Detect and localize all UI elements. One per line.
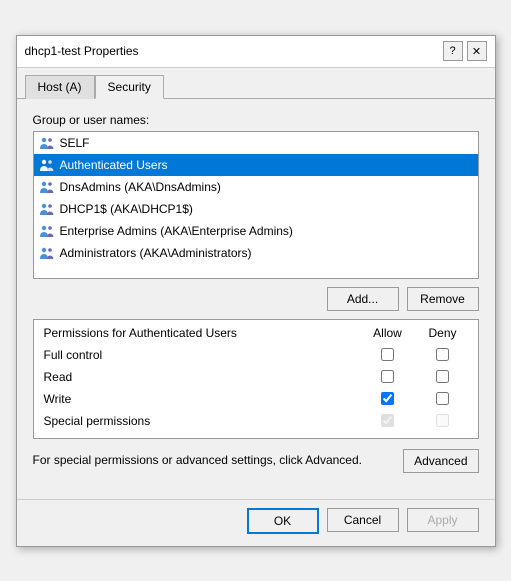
user-list-container: SELF Authenticated Users DnsAdmins (AKA\… bbox=[33, 131, 479, 279]
title-bar-buttons: ? ✕ bbox=[443, 41, 487, 61]
user-item[interactable]: Authenticated Users bbox=[34, 154, 478, 176]
advanced-text: For special permissions or advanced sett… bbox=[33, 452, 404, 469]
user-group-icon bbox=[38, 158, 56, 172]
user-item-label: Enterprise Admins (AKA\Enterprise Admins… bbox=[60, 224, 293, 238]
user-item[interactable]: DHCP1$ (AKA\DHCP1$) bbox=[34, 198, 478, 220]
permissions-box: Permissions for Authenticated Users Allo… bbox=[33, 319, 479, 439]
permission-row: Full control bbox=[44, 344, 468, 366]
allow-checkbox[interactable] bbox=[381, 370, 394, 383]
user-item[interactable]: SELF bbox=[34, 132, 478, 154]
tab-security[interactable]: Security bbox=[95, 75, 164, 99]
user-item-label: DHCP1$ (AKA\DHCP1$) bbox=[60, 202, 193, 216]
permissions-header: Permissions for Authenticated Users Allo… bbox=[44, 326, 468, 340]
allow-checkbox bbox=[381, 414, 394, 427]
deny-checkbox-cell bbox=[418, 392, 468, 405]
permission-row: Read bbox=[44, 366, 468, 388]
deny-checkbox[interactable] bbox=[436, 392, 449, 405]
title-bar: dhcp1-test Properties ? ✕ bbox=[17, 36, 495, 68]
allow-checkbox-cell bbox=[358, 348, 418, 361]
user-group-icon bbox=[38, 224, 56, 238]
user-list[interactable]: SELF Authenticated Users DnsAdmins (AKA\… bbox=[34, 132, 478, 278]
deny-checkbox bbox=[436, 414, 449, 427]
user-item-label: SELF bbox=[60, 136, 90, 150]
tab-content: Group or user names: SELF Authenticated … bbox=[17, 99, 495, 499]
close-button[interactable]: ✕ bbox=[467, 41, 487, 61]
bottom-buttons: OK Cancel Apply bbox=[17, 499, 495, 546]
permission-name: Write bbox=[44, 392, 358, 406]
deny-checkbox-cell bbox=[418, 414, 468, 427]
group-label: Group or user names: bbox=[33, 113, 479, 127]
permissions-for-label: Permissions for Authenticated Users bbox=[44, 326, 358, 340]
user-group-icon bbox=[38, 246, 56, 260]
permission-rows: Full control Read Write Special permissions bbox=[44, 344, 468, 432]
user-item[interactable]: DnsAdmins (AKA\DnsAdmins) bbox=[34, 176, 478, 198]
add-remove-row: Add... Remove bbox=[33, 287, 479, 311]
add-button[interactable]: Add... bbox=[327, 287, 399, 311]
cancel-button[interactable]: Cancel bbox=[327, 508, 399, 532]
advanced-button[interactable]: Advanced bbox=[403, 449, 478, 473]
permission-name: Read bbox=[44, 370, 358, 384]
allow-checkbox-cell bbox=[358, 414, 418, 427]
user-item-label: DnsAdmins (AKA\DnsAdmins) bbox=[60, 180, 221, 194]
tab-host-a[interactable]: Host (A) bbox=[25, 75, 95, 99]
user-group-icon bbox=[38, 136, 56, 150]
ok-button[interactable]: OK bbox=[247, 508, 319, 534]
advanced-row: For special permissions or advanced sett… bbox=[33, 449, 479, 473]
user-item[interactable]: Administrators (AKA\Administrators) bbox=[34, 242, 478, 264]
permission-name: Special permissions bbox=[44, 414, 358, 428]
user-item-label: Administrators (AKA\Administrators) bbox=[60, 246, 252, 260]
allow-checkbox[interactable] bbox=[381, 348, 394, 361]
allow-col-header: Allow bbox=[358, 326, 418, 340]
permission-name: Full control bbox=[44, 348, 358, 362]
help-button[interactable]: ? bbox=[443, 41, 463, 61]
deny-checkbox-cell bbox=[418, 370, 468, 383]
properties-dialog: dhcp1-test Properties ? ✕ Host (A) Secur… bbox=[16, 35, 496, 547]
allow-checkbox-cell bbox=[358, 392, 418, 405]
remove-button[interactable]: Remove bbox=[407, 287, 479, 311]
allow-checkbox-cell bbox=[358, 370, 418, 383]
user-group-icon bbox=[38, 180, 56, 194]
deny-checkbox[interactable] bbox=[436, 370, 449, 383]
permission-row: Special permissions bbox=[44, 410, 468, 432]
tab-bar: Host (A) Security bbox=[17, 68, 495, 99]
deny-col-header: Deny bbox=[418, 326, 468, 340]
apply-button[interactable]: Apply bbox=[407, 508, 479, 532]
deny-checkbox-cell bbox=[418, 348, 468, 361]
dialog-title: dhcp1-test Properties bbox=[25, 44, 139, 58]
deny-checkbox[interactable] bbox=[436, 348, 449, 361]
allow-checkbox[interactable] bbox=[381, 392, 394, 405]
permission-row: Write bbox=[44, 388, 468, 410]
user-item[interactable]: Enterprise Admins (AKA\Enterprise Admins… bbox=[34, 220, 478, 242]
user-group-icon bbox=[38, 202, 56, 216]
user-item-label: Authenticated Users bbox=[60, 158, 168, 172]
